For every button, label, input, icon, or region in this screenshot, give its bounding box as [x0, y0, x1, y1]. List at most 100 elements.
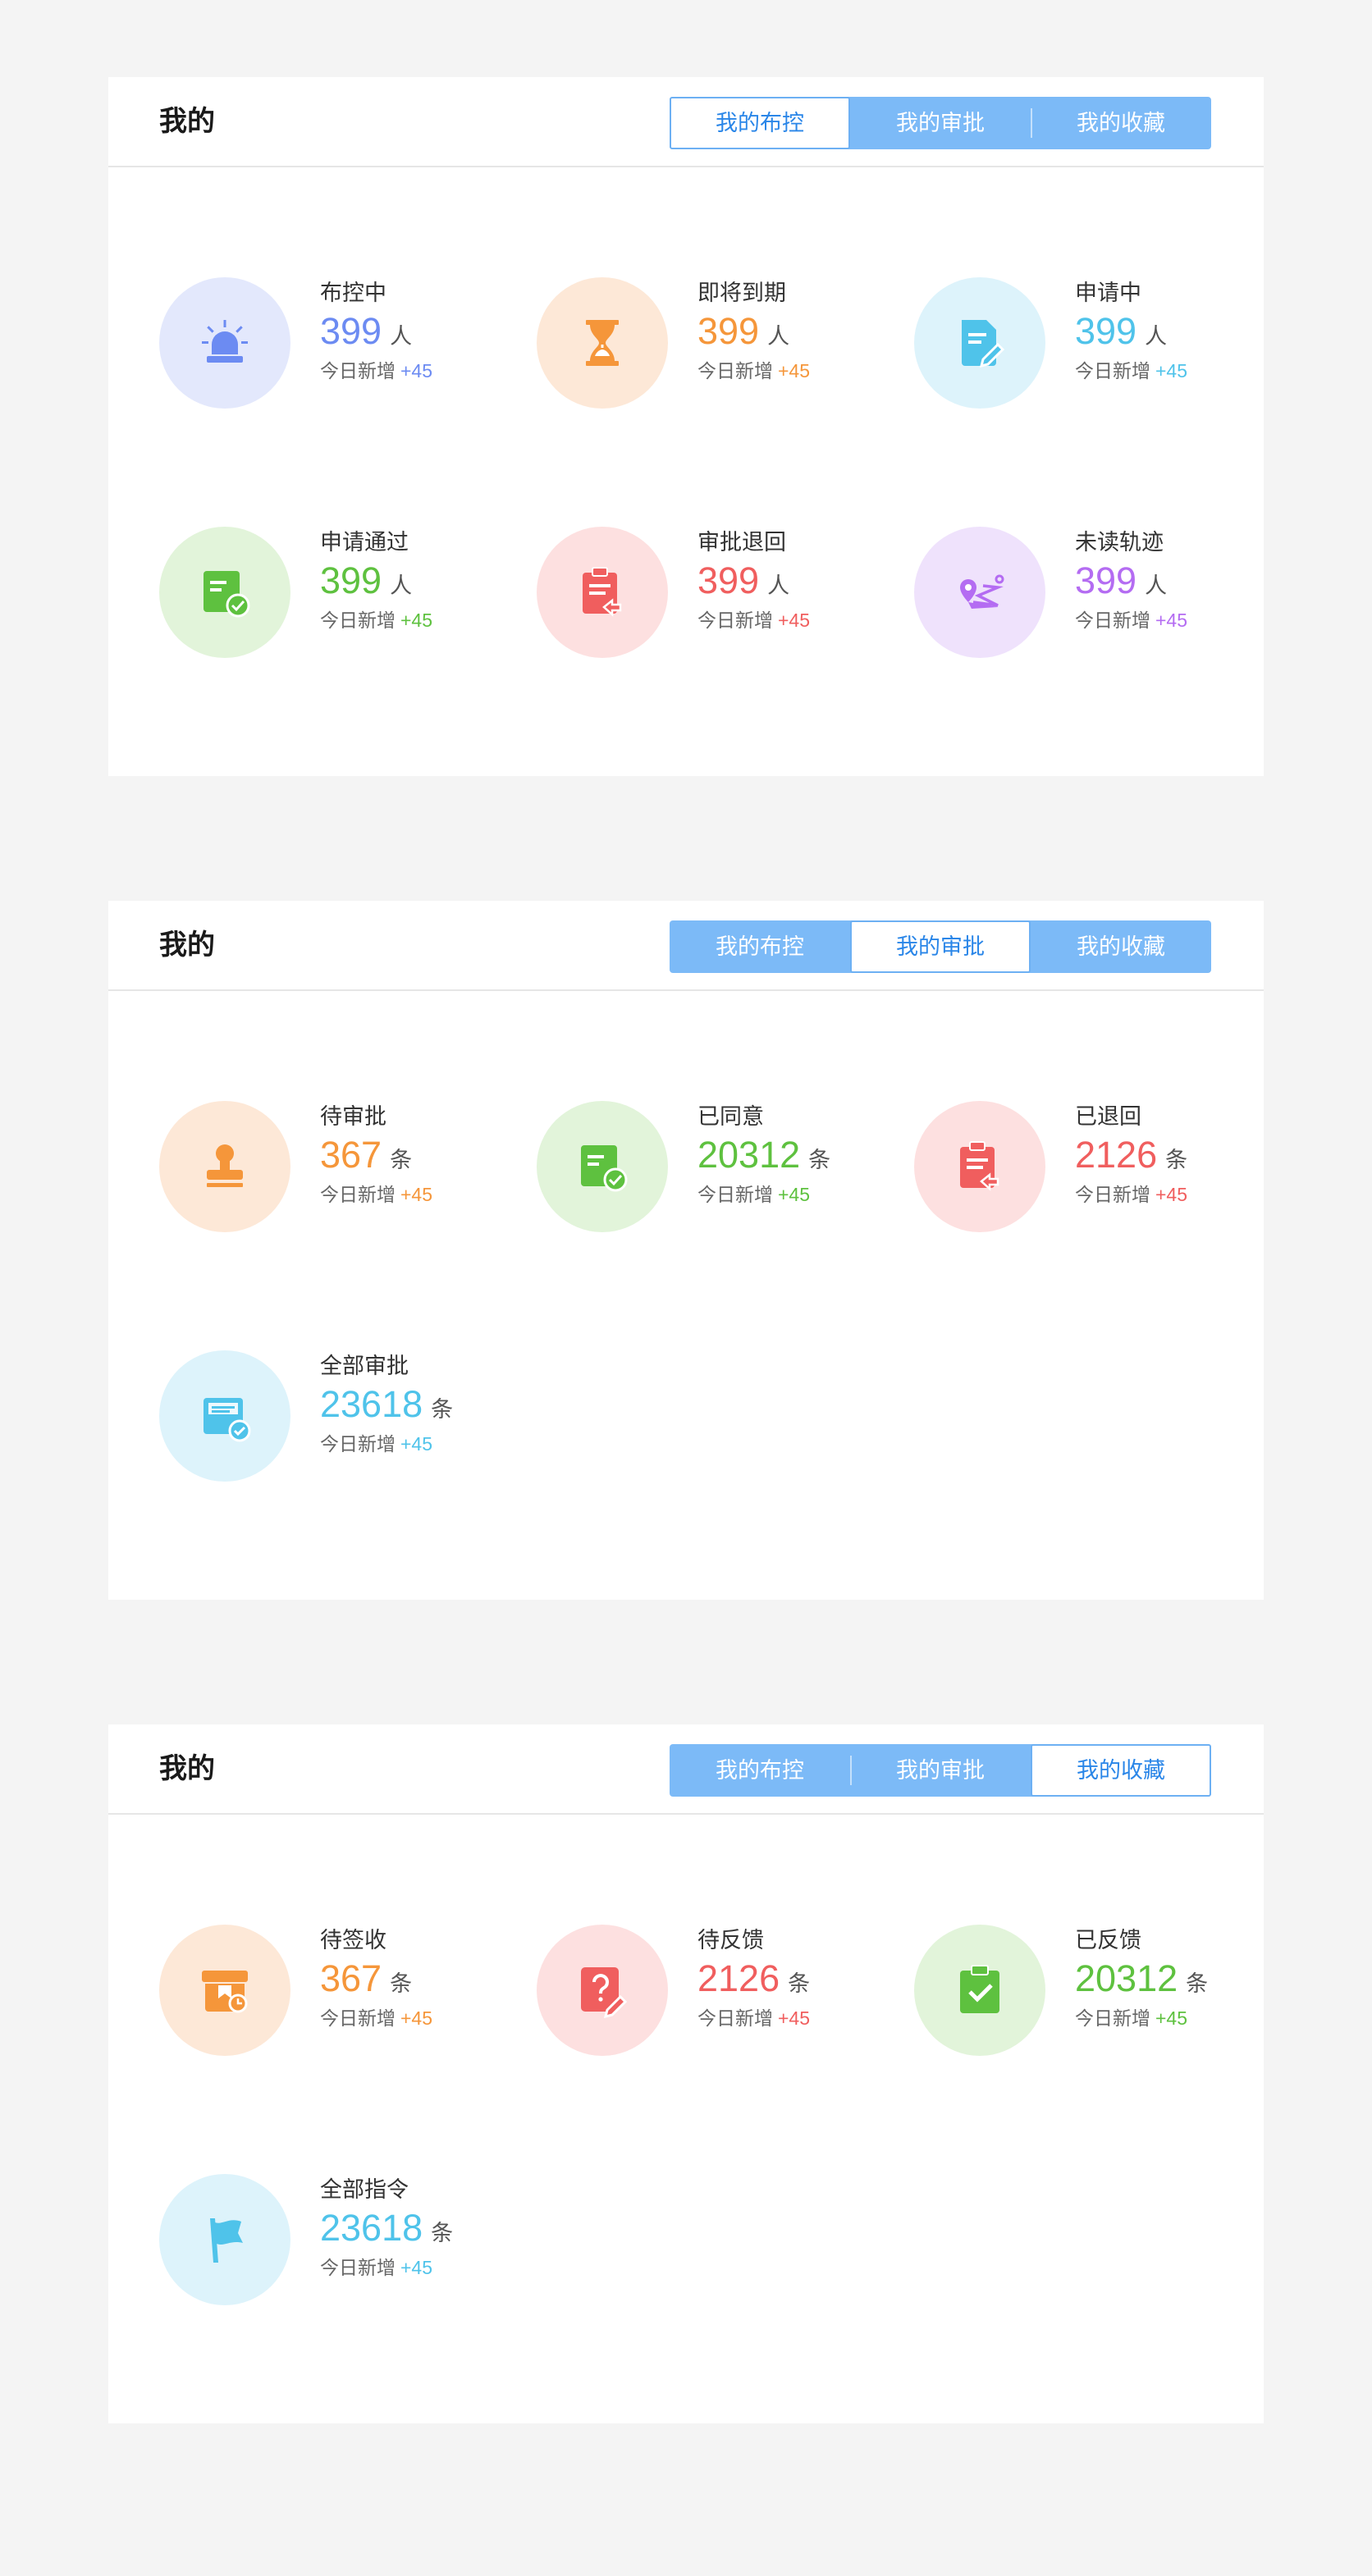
- stat-label: 申请通过: [320, 530, 409, 555]
- tab-label: 我的布控: [716, 934, 804, 959]
- stat-label: 待签收: [320, 1928, 386, 1953]
- stat-card[interactable]: 待审批 367 条今日新增 +45: [159, 1101, 537, 1232]
- stat-value-row: 20312 条: [1075, 1956, 1208, 2002]
- tab-label: 我的审批: [896, 1758, 985, 1783]
- tab-shoucang[interactable]: 我的收藏: [1031, 920, 1211, 973]
- stat-label: 即将到期: [697, 281, 786, 305]
- tab-label: 我的收藏: [1077, 111, 1165, 135]
- stat-value: 20312: [1075, 1957, 1178, 1999]
- today-increase: 今日新增 +45: [697, 1178, 830, 1211]
- stat-label: 全部指令: [320, 2177, 409, 2202]
- stats-panel: 我的 我的布控 我的审批 我的收藏 待签收 367 条今日新增 +45 待反馈 2126 条今日新增…: [108, 1724, 1264, 2423]
- today-delta: +45: [400, 360, 433, 381]
- today-delta: +45: [400, 1184, 433, 1205]
- stat-card[interactable]: 申请通过 399 人今日新增 +45: [159, 527, 537, 658]
- stat-card[interactable]: 审批退回 399 人今日新增 +45: [537, 527, 914, 658]
- today-delta: +45: [400, 2257, 433, 2278]
- flag-icon: [159, 2174, 290, 2305]
- clipboard-return-icon: [537, 527, 668, 658]
- document-edit-icon: [914, 277, 1045, 409]
- stat-card[interactable]: 未读轨迹 399 人今日新增 +45: [914, 527, 1242, 658]
- tab-shoucang[interactable]: 我的收藏: [1031, 97, 1211, 149]
- stat-card[interactable]: 已退回 2126 条今日新增 +45: [914, 1101, 1242, 1232]
- tab-bukong[interactable]: 我的布控: [670, 97, 850, 149]
- tab-label: 我的收藏: [1077, 1758, 1165, 1783]
- today-increase: 今日新增 +45: [320, 2251, 453, 2284]
- stat-card[interactable]: 布控中 399 人今日新增 +45: [159, 277, 537, 409]
- tab-divider: [1031, 108, 1032, 138]
- stat-value-row: 23618 条: [320, 2205, 453, 2251]
- tab-label: 我的审批: [896, 111, 985, 135]
- stat-card[interactable]: 全部指令 23618 条今日新增 +45: [159, 2174, 537, 2305]
- stat-value-row: 367 条: [320, 1956, 432, 2002]
- stat-value: 23618: [320, 1383, 423, 1425]
- panel-header: 我的 我的布控 我的审批 我的收藏: [108, 77, 1264, 167]
- inbox-clock-icon: [159, 1925, 290, 2056]
- stat-info: 布控中 399 人今日新增 +45: [320, 277, 432, 387]
- stat-info: 已反馈 20312 条今日新增 +45: [1075, 1925, 1208, 2035]
- hourglass-icon: [537, 277, 668, 409]
- tab-shenpi[interactable]: 我的审批: [850, 1744, 1031, 1797]
- stat-card[interactable]: 已同意 20312 条今日新增 +45: [537, 1101, 914, 1232]
- today-increase: 今日新增 +45: [320, 604, 432, 637]
- stat-value: 2126: [1075, 1134, 1158, 1176]
- stat-value: 23618: [320, 2207, 423, 2249]
- today-label: 今日新增: [697, 610, 773, 631]
- today-increase: 今日新增 +45: [697, 604, 810, 637]
- clipboard-return-icon: [914, 1101, 1045, 1232]
- stats-grid: 待签收 367 条今日新增 +45 待反馈 2126 条今日新增 +45 已反馈 20312 条今日…: [159, 1925, 1242, 2305]
- stat-unit: 人: [1145, 324, 1168, 349]
- today-label: 今日新增: [697, 1184, 773, 1205]
- tab-bukong[interactable]: 我的布控: [670, 1744, 850, 1797]
- tab-bukong[interactable]: 我的布控: [670, 920, 850, 973]
- stamp-icon: [159, 1101, 290, 1232]
- today-increase: 今日新增 +45: [320, 1427, 453, 1460]
- panel-title: 我的: [159, 929, 215, 961]
- stat-card[interactable]: 待签收 367 条今日新增 +45: [159, 1925, 537, 2056]
- stat-card[interactable]: 全部审批 23618 条今日新增 +45: [159, 1350, 537, 1482]
- question-edit-icon: [537, 1925, 668, 2056]
- stat-value: 399: [1075, 560, 1137, 601]
- stat-card[interactable]: 申请中 399 人今日新增 +45: [914, 277, 1242, 409]
- stat-card[interactable]: 即将到期 399 人今日新增 +45: [537, 277, 914, 409]
- stat-card[interactable]: 待反馈 2126 条今日新增 +45: [537, 1925, 914, 2056]
- stat-value-row: 23618 条: [320, 1382, 453, 1427]
- stat-value: 399: [1075, 310, 1137, 352]
- stat-unit: 条: [390, 1148, 413, 1172]
- stat-card[interactable]: 已反馈 20312 条今日新增 +45: [914, 1925, 1242, 2056]
- stat-label: 申请中: [1075, 281, 1141, 305]
- tab-label: 我的布控: [716, 1758, 804, 1783]
- today-delta: +45: [778, 1184, 811, 1205]
- stat-value: 20312: [697, 1134, 801, 1176]
- tab-label: 我的审批: [896, 934, 985, 959]
- tab-shenpi[interactable]: 我的审批: [850, 920, 1031, 973]
- today-delta: +45: [778, 610, 811, 631]
- stat-label: 未读轨迹: [1075, 530, 1164, 555]
- today-label: 今日新增: [320, 1184, 396, 1205]
- stat-label: 审批退回: [697, 530, 786, 555]
- today-label: 今日新增: [1075, 360, 1150, 381]
- today-increase: 今日新增 +45: [1075, 2002, 1208, 2035]
- tab-label: 我的收藏: [1077, 934, 1165, 959]
- stat-info: 待审批 367 条今日新增 +45: [320, 1101, 432, 1211]
- stat-label: 待审批: [320, 1104, 386, 1129]
- stat-value-row: 399 人: [697, 558, 810, 604]
- stat-unit: 人: [390, 573, 413, 598]
- stat-info: 全部指令 23618 条今日新增 +45: [320, 2174, 453, 2284]
- stat-value-row: 399 人: [697, 308, 810, 354]
- today-label: 今日新增: [697, 360, 773, 381]
- today-label: 今日新增: [697, 2007, 773, 2029]
- tab-shoucang[interactable]: 我的收藏: [1031, 1744, 1211, 1797]
- stat-unit: 人: [1145, 573, 1168, 598]
- stat-info: 申请通过 399 人今日新增 +45: [320, 527, 432, 637]
- stat-unit: 人: [767, 573, 790, 598]
- stat-value: 367: [320, 1134, 382, 1176]
- today-label: 今日新增: [1075, 610, 1150, 631]
- today-increase: 今日新增 +45: [697, 2002, 810, 2035]
- stat-value-row: 2126 条: [697, 1956, 810, 2002]
- stat-value: 399: [320, 310, 382, 352]
- stats-grid: 布控中 399 人今日新增 +45 即将到期 399 人今日新增 +45 申请中 399 人今日新增…: [159, 277, 1242, 658]
- tab-shenpi[interactable]: 我的审批: [850, 97, 1031, 149]
- stat-info: 已同意 20312 条今日新增 +45: [697, 1101, 830, 1211]
- stat-unit: 条: [1165, 1148, 1188, 1172]
